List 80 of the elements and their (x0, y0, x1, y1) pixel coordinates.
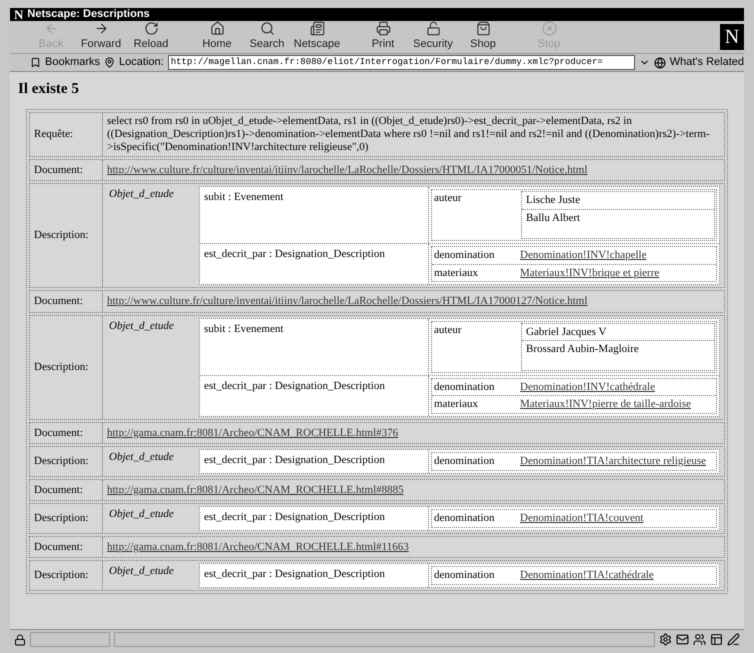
attribute-name: auteur (433, 322, 462, 338)
object-label: Objet_d_etude (108, 507, 175, 522)
toolbar-button[interactable]: Netscape (292, 21, 342, 53)
newspaper-icon (310, 21, 324, 36)
home-icon (210, 21, 224, 36)
row-label: Description: (33, 511, 90, 526)
row-label: Description: (33, 454, 90, 469)
row-label: Document: (33, 540, 84, 554)
document-link[interactable]: http://gama.cnam.fr:8081/Archeo/CNAM_ROCHELLE.html#376 (107, 426, 398, 438)
property-label: est_decrit_par : Designation_Description (204, 454, 385, 466)
document-link[interactable]: http://www.culture.fr/culture/inventai/itiinv/larochelle/LaRochelle/Dossiers/HTML/IA17000051/Notice.html (107, 164, 588, 176)
toolbar-button[interactable]: Forward (76, 21, 126, 53)
title-logo: N (14, 6, 24, 24)
shopping-bag-icon (476, 21, 490, 36)
author-name: Ballu Albert (522, 208, 714, 226)
term-link[interactable]: Materiaux!INV!pierre de taille-ardoise (520, 396, 692, 412)
term-link[interactable]: Materiaux!INV!brique et pierre (520, 264, 660, 281)
security-lock-icon (14, 634, 26, 646)
search-icon (260, 21, 274, 36)
toolbar-button[interactable]: Home (192, 21, 242, 53)
attribute-name: denomination (433, 511, 496, 526)
attribute-name: denomination (433, 248, 496, 263)
row-label: Description: (33, 568, 90, 583)
property-label: subit : Evenement (204, 191, 284, 203)
attribute-name: materiaux (433, 397, 479, 412)
forward-arrow-icon (94, 21, 108, 36)
row-label: Document: (33, 482, 84, 498)
term-link[interactable]: Denomination!INV!cathédrale (520, 378, 655, 395)
row-label: Document: (33, 162, 84, 178)
mail-icon[interactable] (676, 633, 689, 646)
term-link[interactable]: Denomination!TIA!couvent (520, 510, 644, 526)
author-name: Gabriel Jacques V (525, 324, 608, 340)
toolbar-button[interactable]: Security (408, 21, 458, 53)
attribute-name: denomination (433, 568, 496, 583)
attribute-name: denomination (433, 380, 496, 394)
toolbar-button[interactable]: Print (358, 21, 408, 53)
location-icon (104, 57, 116, 68)
toolbar-button[interactable]: Shop (458, 21, 508, 53)
property-label: est_decrit_par : Designation_Description (204, 511, 385, 523)
author-name: Lische Juste (525, 193, 582, 208)
object-label: Objet_d_etude (108, 450, 175, 465)
padlock-icon (426, 21, 440, 36)
property-label: subit : Evenement (204, 322, 284, 334)
object-label: Objet_d_etude (108, 187, 175, 202)
document-link[interactable]: http://gama.cnam.fr:8081/Archeo/CNAM_ROCHELLE.html#8885 (107, 484, 404, 496)
query-text: select rs0 from rs0 in uObjet_d_etude->elementData, rs1 in ((Objet_d_etude)rs0)->est_decrit_par->elementData, rs2 in ((Designation_Description)rs1)->denomination->elementData where rs0 !=nil and rs1!=nil and rs2!=nil and ((Denomination)rs2)->term->isSpecific("Denomination!INV!architecture religieuse",0) (102, 112, 724, 156)
row-label: Requête: (33, 126, 74, 142)
attribute-name: denomination (433, 454, 496, 469)
result-heading: Il existe 5 (18, 80, 80, 99)
property-label: est_decrit_par : Designation_Description (204, 568, 385, 580)
bookmarks-button[interactable]: Bookmarks (10, 54, 100, 71)
location-label: Location: (119, 55, 164, 70)
window-title: Netscape: Descriptions (27, 7, 150, 22)
object-label: Objet_d_etude (108, 564, 175, 579)
bookmark-icon (30, 57, 41, 68)
globe-icon (654, 56, 666, 68)
document-link[interactable]: http://www.culture.fr/culture/inventai/itiinv/larochelle/LaRochelle/Dossiers/HTML/IA17000127/Notice.html (107, 295, 588, 307)
netscape-logo: N (720, 24, 744, 50)
row-label: Document: (33, 426, 84, 440)
term-link[interactable]: Denomination!INV!chapelle (520, 247, 646, 264)
url-field[interactable]: http://magellan.cnam.fr:8080/eliot/Interrogation/Formulaire/dummy.xmlc?producer= (168, 55, 635, 70)
people-icon[interactable] (693, 633, 706, 646)
window-icon[interactable] (710, 633, 723, 646)
row-label: Description: (33, 360, 90, 375)
term-link[interactable]: Denomination!TIA!cathédrale (520, 567, 654, 584)
document-link[interactable]: http://gama.cnam.fr:8081/Archeo/CNAM_ROCHELLE.html#11663 (107, 540, 409, 552)
attribute-name: auteur (433, 191, 462, 206)
reload-icon (144, 21, 158, 36)
attribute-name: materiaux (433, 266, 479, 280)
row-label: Document: (33, 294, 84, 309)
author-name: Brossard Aubin-Magloire (522, 340, 714, 358)
term-link[interactable]: Denomination!TIA!architecture religieuse (520, 453, 706, 470)
related-button[interactable]: What's Related (654, 54, 744, 71)
toolbar-button[interactable]: Search (242, 21, 292, 53)
object-label: Objet_d_etude (108, 318, 175, 334)
toolbar-button[interactable]: Reload (126, 21, 176, 53)
printer-icon (376, 21, 390, 36)
property-label: est_decrit_par : Designation_Description (204, 248, 385, 260)
row-label: Description: (33, 228, 90, 244)
property-label: est_decrit_par : Designation_Description (204, 380, 385, 392)
